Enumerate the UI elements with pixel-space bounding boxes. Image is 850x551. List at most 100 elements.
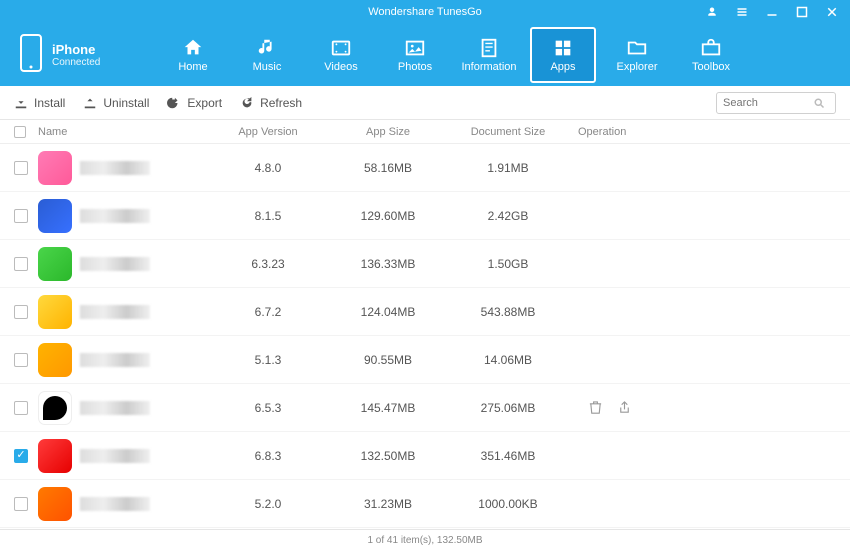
status-bar: 1 of 41 item(s), 132.50MB xyxy=(0,529,850,551)
nav-home[interactable]: Home xyxy=(160,27,226,83)
app-icon xyxy=(38,247,72,281)
app-icon xyxy=(38,391,72,425)
app-icon xyxy=(38,295,72,329)
app-version: 8.1.5 xyxy=(208,209,328,223)
nav-toolbox[interactable]: Toolbox xyxy=(678,27,744,83)
photos-icon xyxy=(403,37,427,59)
close-icon[interactable] xyxy=(826,6,838,18)
nav-photos[interactable]: Photos xyxy=(382,27,448,83)
col-version[interactable]: App Version xyxy=(208,126,328,138)
app-icon xyxy=(38,487,72,521)
information-icon xyxy=(477,37,501,59)
app-name xyxy=(80,305,150,319)
device-name: iPhone xyxy=(52,42,100,57)
music-icon xyxy=(255,37,279,59)
doc-size: 543.88MB xyxy=(448,305,568,319)
table-row[interactable]: 5.1.390.55MB14.06MB xyxy=(0,336,850,384)
app-size: 129.60MB xyxy=(328,209,448,223)
col-docsize[interactable]: Document Size xyxy=(448,126,568,138)
doc-size: 1.91MB xyxy=(448,161,568,175)
app-name xyxy=(80,161,150,175)
device-status: Connected xyxy=(52,57,100,68)
app-icon xyxy=(38,151,72,185)
nav-label: Home xyxy=(178,61,207,73)
search-input[interactable] xyxy=(723,97,813,109)
row-checkbox[interactable] xyxy=(14,401,28,415)
nav-music[interactable]: Music xyxy=(234,27,300,83)
doc-size: 14.06MB xyxy=(448,353,568,367)
table-row[interactable]: 4.8.058.16MB1.91MB xyxy=(0,144,850,192)
nav-apps[interactable]: Apps xyxy=(530,27,596,83)
titlebar: Wondershare TunesGo xyxy=(0,0,850,24)
nav-videos[interactable]: Videos xyxy=(308,27,374,83)
app-size: 31.23MB xyxy=(328,497,448,511)
header: iPhone Connected Home Music Videos Photos In… xyxy=(0,24,850,86)
uninstall-button[interactable]: Uninstall xyxy=(83,96,149,110)
install-button[interactable]: Install xyxy=(14,96,65,110)
table-row[interactable]: 6.7.2124.04MB543.88MB xyxy=(0,288,850,336)
nav-label: Apps xyxy=(550,61,575,73)
nav-information[interactable]: Information xyxy=(456,27,522,83)
user-icon[interactable] xyxy=(706,6,718,18)
videos-icon xyxy=(329,37,353,59)
export-button[interactable]: Export xyxy=(167,96,222,110)
app-version: 6.8.3 xyxy=(208,449,328,463)
main-nav: Home Music Videos Photos Information Apps Expl… xyxy=(150,27,850,83)
table-row[interactable]: 6.5.3145.47MB275.06MB xyxy=(0,384,850,432)
app-version: 5.2.0 xyxy=(208,497,328,511)
menu-icon[interactable] xyxy=(736,6,748,18)
app-icon xyxy=(38,199,72,233)
nav-label: Videos xyxy=(324,61,357,73)
row-checkbox[interactable] xyxy=(14,353,28,367)
explorer-icon xyxy=(625,37,649,59)
nav-label: Information xyxy=(461,61,516,73)
toolbar: Install Uninstall Export Refresh xyxy=(0,86,850,120)
app-name xyxy=(80,497,150,511)
app-size: 132.50MB xyxy=(328,449,448,463)
apps-icon xyxy=(551,37,575,59)
app-icon xyxy=(38,439,72,473)
table-row[interactable]: 5.2.031.23MB1000.00KB xyxy=(0,480,850,528)
maximize-icon[interactable] xyxy=(796,6,808,18)
app-list[interactable]: 4.8.058.16MB1.91MB8.1.5129.60MB2.42GB6.3… xyxy=(0,144,850,529)
doc-size: 351.46MB xyxy=(448,449,568,463)
table-row[interactable]: 6.8.3132.50MB351.46MB xyxy=(0,432,850,480)
doc-size: 1000.00KB xyxy=(448,497,568,511)
table-row[interactable]: 8.1.5129.60MB2.42GB xyxy=(0,192,850,240)
row-checkbox[interactable] xyxy=(14,305,28,319)
app-version: 4.8.0 xyxy=(208,161,328,175)
nav-label: Music xyxy=(253,61,282,73)
refresh-button[interactable]: Refresh xyxy=(240,96,302,110)
doc-size: 275.06MB xyxy=(448,401,568,415)
doc-size: 1.50GB xyxy=(448,257,568,271)
app-size: 145.47MB xyxy=(328,401,448,415)
app-size: 136.33MB xyxy=(328,257,448,271)
row-checkbox[interactable] xyxy=(14,209,28,223)
row-checkbox[interactable] xyxy=(14,497,28,511)
app-title: Wondershare TunesGo xyxy=(368,6,482,18)
search-box[interactable] xyxy=(716,92,836,114)
device-info[interactable]: iPhone Connected xyxy=(0,33,150,78)
app-name xyxy=(80,209,150,223)
row-checkbox[interactable] xyxy=(14,257,28,271)
app-name xyxy=(80,257,150,271)
nav-label: Photos xyxy=(398,61,432,73)
col-name[interactable]: Name xyxy=(38,126,208,138)
app-size: 90.55MB xyxy=(328,353,448,367)
app-name xyxy=(80,353,150,367)
row-checkbox[interactable] xyxy=(14,449,28,463)
delete-icon[interactable] xyxy=(588,400,603,415)
nav-explorer[interactable]: Explorer xyxy=(604,27,670,83)
table-header: Name App Version App Size Document Size … xyxy=(0,120,850,144)
app-icon xyxy=(38,343,72,377)
app-version: 6.3.23 xyxy=(208,257,328,271)
row-operations xyxy=(568,400,688,415)
row-checkbox[interactable] xyxy=(14,161,28,175)
export-icon[interactable] xyxy=(617,400,632,415)
select-all-checkbox[interactable] xyxy=(14,126,26,138)
minimize-icon[interactable] xyxy=(766,6,778,18)
app-name xyxy=(80,401,150,415)
col-size[interactable]: App Size xyxy=(328,126,448,138)
table-row[interactable]: 6.3.23136.33MB1.50GB xyxy=(0,240,850,288)
nav-label: Explorer xyxy=(617,61,658,73)
